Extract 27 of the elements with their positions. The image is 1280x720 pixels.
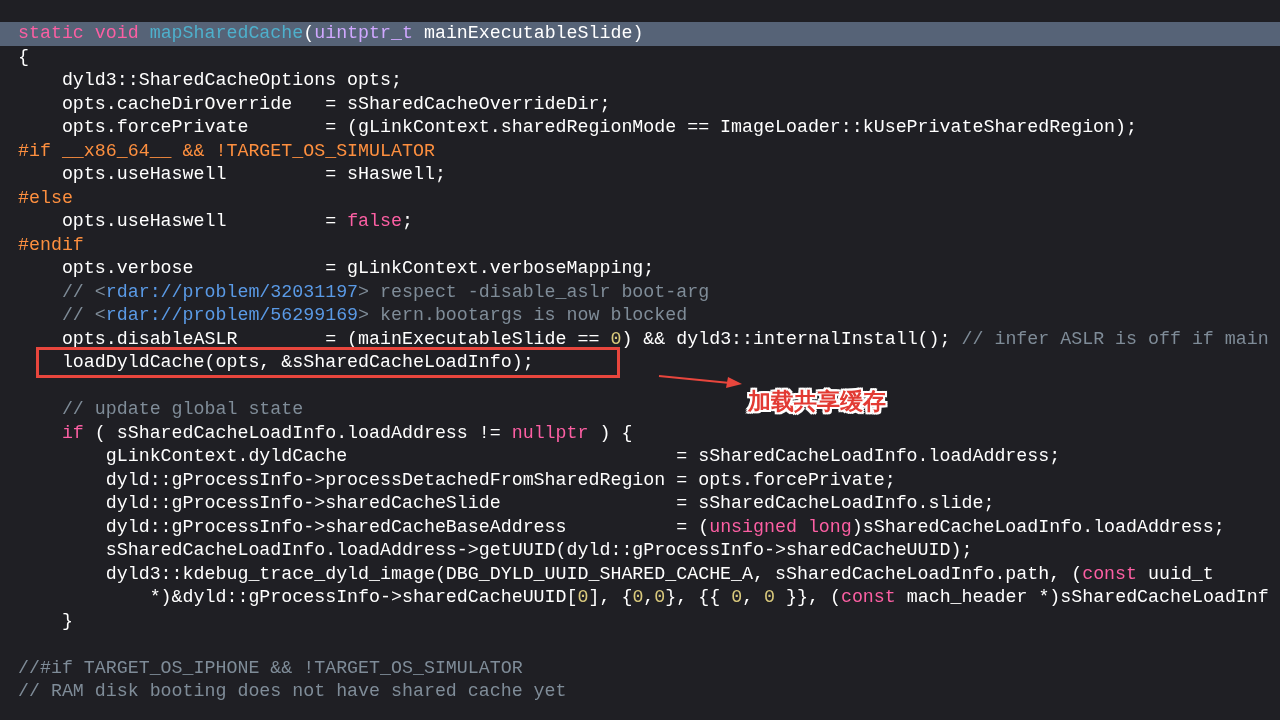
code-line: dyld::gProcessInfo->sharedCacheSlide = sSharedCacheLoadInfo.slide; [104,492,995,515]
code-line: if ( sSharedCacheLoadInfo.loadAddress != nullptr ) { [60,421,633,445]
code-line: //#if TARGET_OS_IPHONE && !TARGET_OS_SIMULATOR [17,656,523,680]
code-line: { [17,45,29,69]
code-line: dyld::gProcessInfo->sharedCacheBaseAddress = (unsigned long)sSharedCacheLoadInfo.loadAddress; [104,515,1225,539]
code-line: dyld3::kdebug_trace_dyld_image(DBG_DYLD_UUID_SHARED_CACHE_A, sSharedCacheLoadInfo.path, (const uuid_t [104,562,1214,586]
code-line: opts.forcePrivate = (gLinkContext.sharedRegionMode == ImageLoader::kUsePrivateSharedRegion); [60,116,1137,139]
code-line: opts.disableASLR = (mainExecutableSlide == 0) && dyld3::internalInstall(); // infer ASLR is off if main [60,327,1269,351]
code-line: // <rdar://problem/32031197> respect -disable_aslr boot-arg [60,280,710,304]
code-line: #else [17,186,73,210]
code-line: opts.cacheDirOverride = sSharedCacheOverrideDir; [60,92,611,116]
code-line: *)&dyld::gProcessInfo->sharedCacheUUID[0], {0,0}, {{ 0, 0 }}, (const mach_header *)sSharedCacheLoadInf [148,586,1269,609]
code-line: } [60,609,73,633]
code-line: // update global state [60,398,304,421]
code-line: dyld3::SharedCacheOptions opts; [60,69,402,92]
annotation-label: 加载共享缓存 [748,387,886,416]
code-line: gLinkContext.dyldCache = sSharedCacheLoadInfo.loadAddress; [104,445,1061,468]
code-line: loadDyldCache(opts, &sSharedCacheLoadInfo); [60,351,534,374]
code-line: dyld::gProcessInfo->processDetachedFromSharedRegion = opts.forcePrivate; [104,468,896,492]
code-line: opts.useHaswell = sHaswell; [60,163,446,186]
code-line: opts.useHaswell = false; [60,210,413,233]
code-line: #endif [17,233,84,257]
code-line: opts.verbose = gLinkContext.verboseMapping; [60,257,655,280]
code-line: // <rdar://problem/56299169> kern.bootargs is now blocked [60,304,688,327]
code-line: sSharedCacheLoadInfo.loadAddress->getUUID(dyld::gProcessInfo->sharedCacheUUID); [104,539,973,562]
code-line: // RAM disk booting does not have shared cache yet [17,680,567,703]
code-line: #if __x86_64__ && !TARGET_OS_SIMULATOR [17,139,435,163]
